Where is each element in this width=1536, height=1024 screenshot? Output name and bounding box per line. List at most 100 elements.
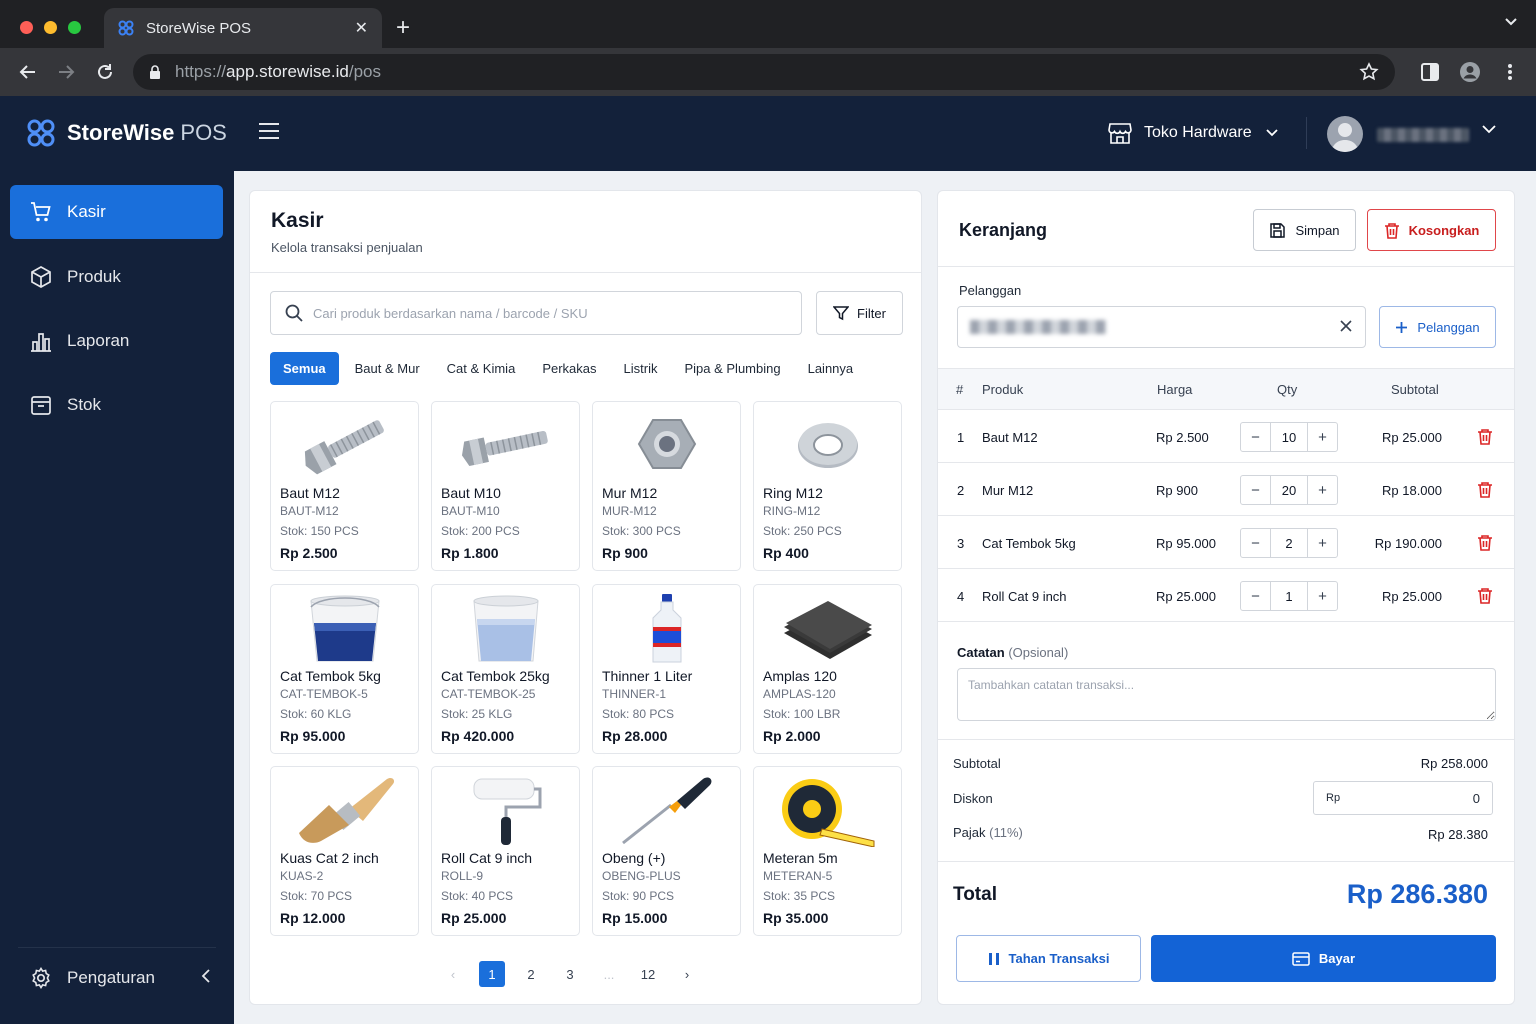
tab-cat-kimia[interactable]: Cat & Kimia	[434, 352, 529, 385]
qty-input[interactable]: 10	[1270, 423, 1308, 451]
delete-row-icon[interactable]	[1477, 428, 1493, 445]
row-product: Cat Tembok 5kg	[982, 536, 1076, 551]
new-tab-icon[interactable]: +	[396, 14, 410, 42]
sidebar-item-produk[interactable]: Produk	[10, 250, 223, 304]
product-card[interactable]: Baut M12 BAUT-M12 Stok: 150 PCS Rp 2.500	[270, 401, 419, 571]
page-button[interactable]: 1	[479, 961, 505, 987]
discount-input[interactable]: Rp 0	[1313, 781, 1493, 815]
increase-qty-button[interactable]: +	[1308, 476, 1337, 504]
url-path: /pos	[348, 62, 382, 81]
user-menu-chevron-icon[interactable]	[1482, 125, 1496, 134]
clear-customer-icon[interactable]	[1339, 319, 1353, 333]
product-card[interactable]: Kuas Cat 2 inch KUAS-2 Stok: 70 PCS Rp 1…	[270, 766, 419, 936]
browser-menu-icon[interactable]	[1498, 60, 1522, 84]
increase-qty-button[interactable]: +	[1308, 582, 1337, 610]
tab-semua[interactable]: Semua	[270, 352, 339, 385]
save-button[interactable]: Simpan	[1253, 209, 1356, 251]
tab-baut-mur[interactable]: Baut & Mur	[342, 352, 433, 385]
lock-icon	[150, 65, 160, 79]
decrease-qty-button[interactable]: −	[1241, 476, 1270, 504]
sidebar-divider	[18, 947, 216, 948]
product-name: Baut M12	[280, 485, 340, 501]
product-card[interactable]: Cat Tembok 25kg CAT-TEMBOK-25 Stok: 25 K…	[431, 584, 580, 754]
sidebar-item-kasir[interactable]: Kasir	[10, 185, 223, 239]
product-sku: METERAN-5	[763, 869, 833, 883]
product-card[interactable]: Cat Tembok 5kg CAT-TEMBOK-5 Stok: 60 KLG…	[270, 584, 419, 754]
reload-icon[interactable]	[93, 60, 117, 84]
minimize-window-button[interactable]	[44, 21, 57, 34]
hamburger-menu-icon[interactable]	[258, 122, 280, 140]
note-textarea[interactable]	[957, 668, 1496, 721]
sidebar-item-stok[interactable]: Stok	[10, 378, 223, 432]
row-price: Rp 900	[1156, 483, 1198, 498]
search-input[interactable]	[313, 305, 773, 321]
product-panel: Kasir Kelola transaksi penjualan Filter …	[249, 190, 922, 1005]
brand-name: StoreWise	[67, 120, 175, 145]
qty-input[interactable]: 2	[1270, 529, 1308, 557]
quantity-stepper: −1 +	[1240, 581, 1338, 611]
product-card[interactable]: Meteran 5m METERAN-5 Stok: 35 PCS Rp 35.…	[753, 766, 902, 936]
close-window-button[interactable]	[20, 21, 33, 34]
profile-icon[interactable]	[1458, 60, 1482, 84]
tab-close-icon[interactable]: ✕	[355, 18, 368, 38]
brand-suffix: POS	[180, 120, 227, 145]
decrease-qty-button[interactable]: −	[1241, 582, 1270, 610]
product-card[interactable]: Obeng (+) OBENG-PLUS Stok: 90 PCS Rp 15.…	[592, 766, 741, 936]
pay-button[interactable]: Bayar	[1151, 935, 1496, 982]
collapse-sidebar-icon[interactable]	[201, 968, 211, 984]
store-selector[interactable]: Toko Hardware	[1108, 122, 1278, 144]
tab-listrik[interactable]: Listrik	[611, 352, 671, 385]
product-card[interactable]: Amplas 120 AMPLAS-120 Stok: 100 LBR Rp 2…	[753, 584, 902, 754]
quantity-stepper: −10 +	[1240, 422, 1338, 452]
increase-qty-button[interactable]: +	[1308, 529, 1337, 557]
row-product: Roll Cat 9 inch	[982, 589, 1067, 604]
maximize-window-button[interactable]	[68, 21, 81, 34]
product-card[interactable]: Roll Cat 9 inch ROLL-9 Stok: 40 PCS Rp 2…	[431, 766, 580, 936]
increase-qty-button[interactable]: +	[1308, 423, 1337, 451]
product-card[interactable]: Mur M12 MUR-M12 Stok: 300 PCS Rp 900	[592, 401, 741, 571]
product-name: Mur M12	[602, 485, 658, 501]
prev-page-icon[interactable]: ‹	[440, 961, 466, 987]
product-card[interactable]: Ring M12 RING-M12 Stok: 250 PCS Rp 400	[753, 401, 902, 571]
add-customer-button[interactable]: Pelanggan	[1379, 306, 1496, 348]
next-page-icon[interactable]: ›	[674, 961, 700, 987]
hold-transaction-button[interactable]: Tahan Transaksi	[956, 935, 1141, 982]
sidebar-item-pengaturan[interactable]: Pengaturan	[10, 951, 223, 1005]
sidebar-item-laporan[interactable]: Laporan	[10, 314, 223, 368]
back-arrow-icon[interactable]	[16, 60, 40, 84]
delete-row-icon[interactable]	[1477, 587, 1493, 604]
product-card[interactable]: Thinner 1 Liter THINNER-1 Stok: 80 PCS R…	[592, 584, 741, 754]
qty-input[interactable]: 1	[1270, 582, 1308, 610]
product-name: Thinner 1 Liter	[602, 668, 693, 684]
filter-button[interactable]: Filter	[816, 291, 903, 335]
product-card[interactable]: Baut M10 BAUT-M10 Stok: 200 PCS Rp 1.800	[431, 401, 580, 571]
page-button[interactable]: 12	[635, 961, 661, 987]
tab-perkakas[interactable]: Perkakas	[529, 352, 609, 385]
tab-pipa-plumbing[interactable]: Pipa & Plumbing	[671, 352, 793, 385]
box-icon	[30, 266, 52, 288]
tab-lainnya[interactable]: Lainnya	[795, 352, 867, 385]
tab-search-chevron-icon[interactable]	[1504, 14, 1518, 33]
address-bar[interactable]: https://app.storewise.id/pos	[133, 54, 1395, 90]
decrease-qty-button[interactable]: −	[1241, 423, 1270, 451]
product-stock: Stok: 100 LBR	[763, 707, 841, 721]
product-search[interactable]	[270, 291, 802, 335]
product-sku: ROLL-9	[441, 869, 484, 883]
avatar[interactable]	[1327, 116, 1363, 152]
bookmark-star-icon[interactable]	[1359, 62, 1379, 82]
forward-arrow-icon[interactable]	[54, 60, 78, 84]
tab-title: StoreWise POS	[146, 19, 252, 37]
qty-input[interactable]: 20	[1270, 476, 1308, 504]
user-name-redacted[interactable]	[1377, 128, 1469, 142]
decrease-qty-button[interactable]: −	[1241, 529, 1270, 557]
delete-row-icon[interactable]	[1477, 534, 1493, 551]
brand-logo[interactable]: StoreWise POS	[26, 118, 227, 148]
product-name: Cat Tembok 5kg	[280, 668, 381, 684]
delete-row-icon[interactable]	[1477, 481, 1493, 498]
browser-tab[interactable]: StoreWise POS ✕	[104, 8, 382, 48]
clear-cart-button[interactable]: Kosongkan	[1367, 209, 1496, 251]
page-button[interactable]: 3	[557, 961, 583, 987]
side-panel-icon[interactable]	[1418, 60, 1442, 84]
page-button[interactable]: 2	[518, 961, 544, 987]
customer-select[interactable]	[957, 306, 1366, 348]
